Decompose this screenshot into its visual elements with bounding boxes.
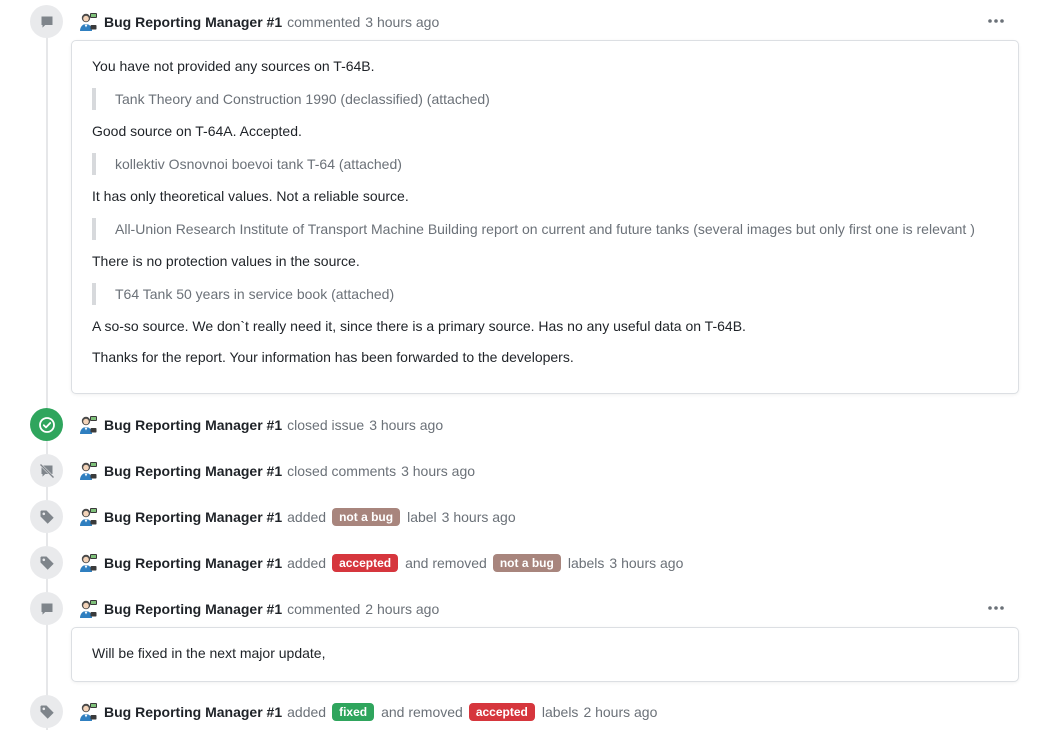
- timeline-event-comment: Bug Reporting Manager #1 commented 2 hou…: [0, 591, 1038, 627]
- comment-paragraph: It has only theoretical values. Not a re…: [92, 188, 409, 204]
- event-time[interactable]: 3 hours ago: [369, 417, 443, 433]
- avatar[interactable]: [78, 702, 98, 722]
- timeline-event-comments-closed: Bug Reporting Manager #1 closed comments…: [0, 453, 1038, 489]
- comment-quote: kollektiv Osnovnoi boevoi tank T-64 (att…: [92, 153, 998, 175]
- comment-icon: [30, 592, 63, 625]
- more-horizontal-icon: [988, 606, 1004, 610]
- comment-paragraph: Thanks for the report. Your information …: [92, 349, 574, 365]
- event-action: added: [287, 555, 327, 571]
- label-accepted[interactable]: accepted: [332, 554, 399, 572]
- event-time[interactable]: 2 hours ago: [365, 601, 439, 617]
- author-link[interactable]: Bug Reporting Manager #1: [104, 601, 282, 617]
- comment-quote: Tank Theory and Construction 1990 (decla…: [92, 88, 998, 110]
- timeline-event-label-swap: Bug Reporting Manager #1 added accepted …: [0, 545, 1038, 581]
- event-action-mid: and removed: [381, 704, 463, 720]
- avatar[interactable]: [78, 461, 98, 481]
- label-accepted[interactable]: accepted: [468, 703, 535, 721]
- event-action: closed comments: [287, 463, 397, 479]
- more-options-button[interactable]: [984, 598, 1008, 618]
- event-action-tail: labels: [567, 555, 605, 571]
- check-circle-icon: [30, 408, 63, 441]
- avatar[interactable]: [78, 12, 98, 32]
- author-link[interactable]: Bug Reporting Manager #1: [104, 417, 282, 433]
- avatar[interactable]: [78, 507, 98, 527]
- comment-quote: T64 Tank 50 years in service book (attac…: [92, 283, 998, 305]
- tag-icon: [30, 546, 63, 579]
- event-action: closed issue: [287, 417, 365, 433]
- event-action: commented: [287, 601, 361, 617]
- event-action: commented: [287, 14, 361, 30]
- label-fixed[interactable]: fixed: [332, 703, 375, 721]
- comment-body: Will be fixed in the next major update,: [71, 627, 1019, 682]
- avatar[interactable]: [78, 415, 98, 435]
- timeline-event-comment: Bug Reporting Manager #1 commented 3 hou…: [0, 4, 1038, 40]
- author-link[interactable]: Bug Reporting Manager #1: [104, 555, 282, 571]
- event-action-tail: label: [407, 509, 437, 525]
- avatar[interactable]: [78, 599, 98, 619]
- event-time[interactable]: 3 hours ago: [365, 14, 439, 30]
- label-not-a-bug[interactable]: not a bug: [492, 554, 561, 572]
- event-action-tail: labels: [541, 704, 579, 720]
- tag-icon: [30, 695, 63, 728]
- timeline-event-label: Bug Reporting Manager #1 added not a bug…: [0, 499, 1038, 535]
- event-action: added: [287, 509, 327, 525]
- comment-quote: All-Union Research Institute of Transpor…: [92, 218, 998, 240]
- timeline-event-label-swap: Bug Reporting Manager #1 added fixed and…: [0, 694, 1038, 730]
- tag-icon: [30, 500, 63, 533]
- more-horizontal-icon: [988, 19, 1004, 23]
- more-options-button[interactable]: [984, 11, 1008, 31]
- comment-icon: [30, 5, 63, 38]
- avatar[interactable]: [78, 553, 98, 573]
- comment-paragraph: Will be fixed in the next major update,: [92, 645, 326, 661]
- author-link[interactable]: Bug Reporting Manager #1: [104, 14, 282, 30]
- comment-off-icon: [30, 454, 63, 487]
- comment-paragraph: You have not provided any sources on T-6…: [92, 58, 375, 74]
- event-time[interactable]: 3 hours ago: [442, 509, 516, 525]
- event-time[interactable]: 3 hours ago: [609, 555, 683, 571]
- label-not-a-bug[interactable]: not a bug: [332, 508, 401, 526]
- comment-paragraph: Good source on T-64A. Accepted.: [92, 123, 302, 139]
- author-link[interactable]: Bug Reporting Manager #1: [104, 463, 282, 479]
- comment-paragraph: There is no protection values in the sou…: [92, 253, 360, 269]
- issue-timeline: Bug Reporting Manager #1 commented 3 hou…: [0, 0, 1038, 751]
- timeline-event-closed: Bug Reporting Manager #1 closed issue 3 …: [0, 407, 1038, 443]
- comment-body: You have not provided any sources on T-6…: [71, 40, 1019, 394]
- author-link[interactable]: Bug Reporting Manager #1: [104, 509, 282, 525]
- comment-paragraph: A so-so source. We don`t really need it,…: [92, 318, 746, 334]
- author-link[interactable]: Bug Reporting Manager #1: [104, 704, 282, 720]
- event-time[interactable]: 2 hours ago: [583, 704, 657, 720]
- event-time[interactable]: 3 hours ago: [401, 463, 475, 479]
- event-action: added: [287, 704, 327, 720]
- event-action-mid: and removed: [405, 555, 487, 571]
